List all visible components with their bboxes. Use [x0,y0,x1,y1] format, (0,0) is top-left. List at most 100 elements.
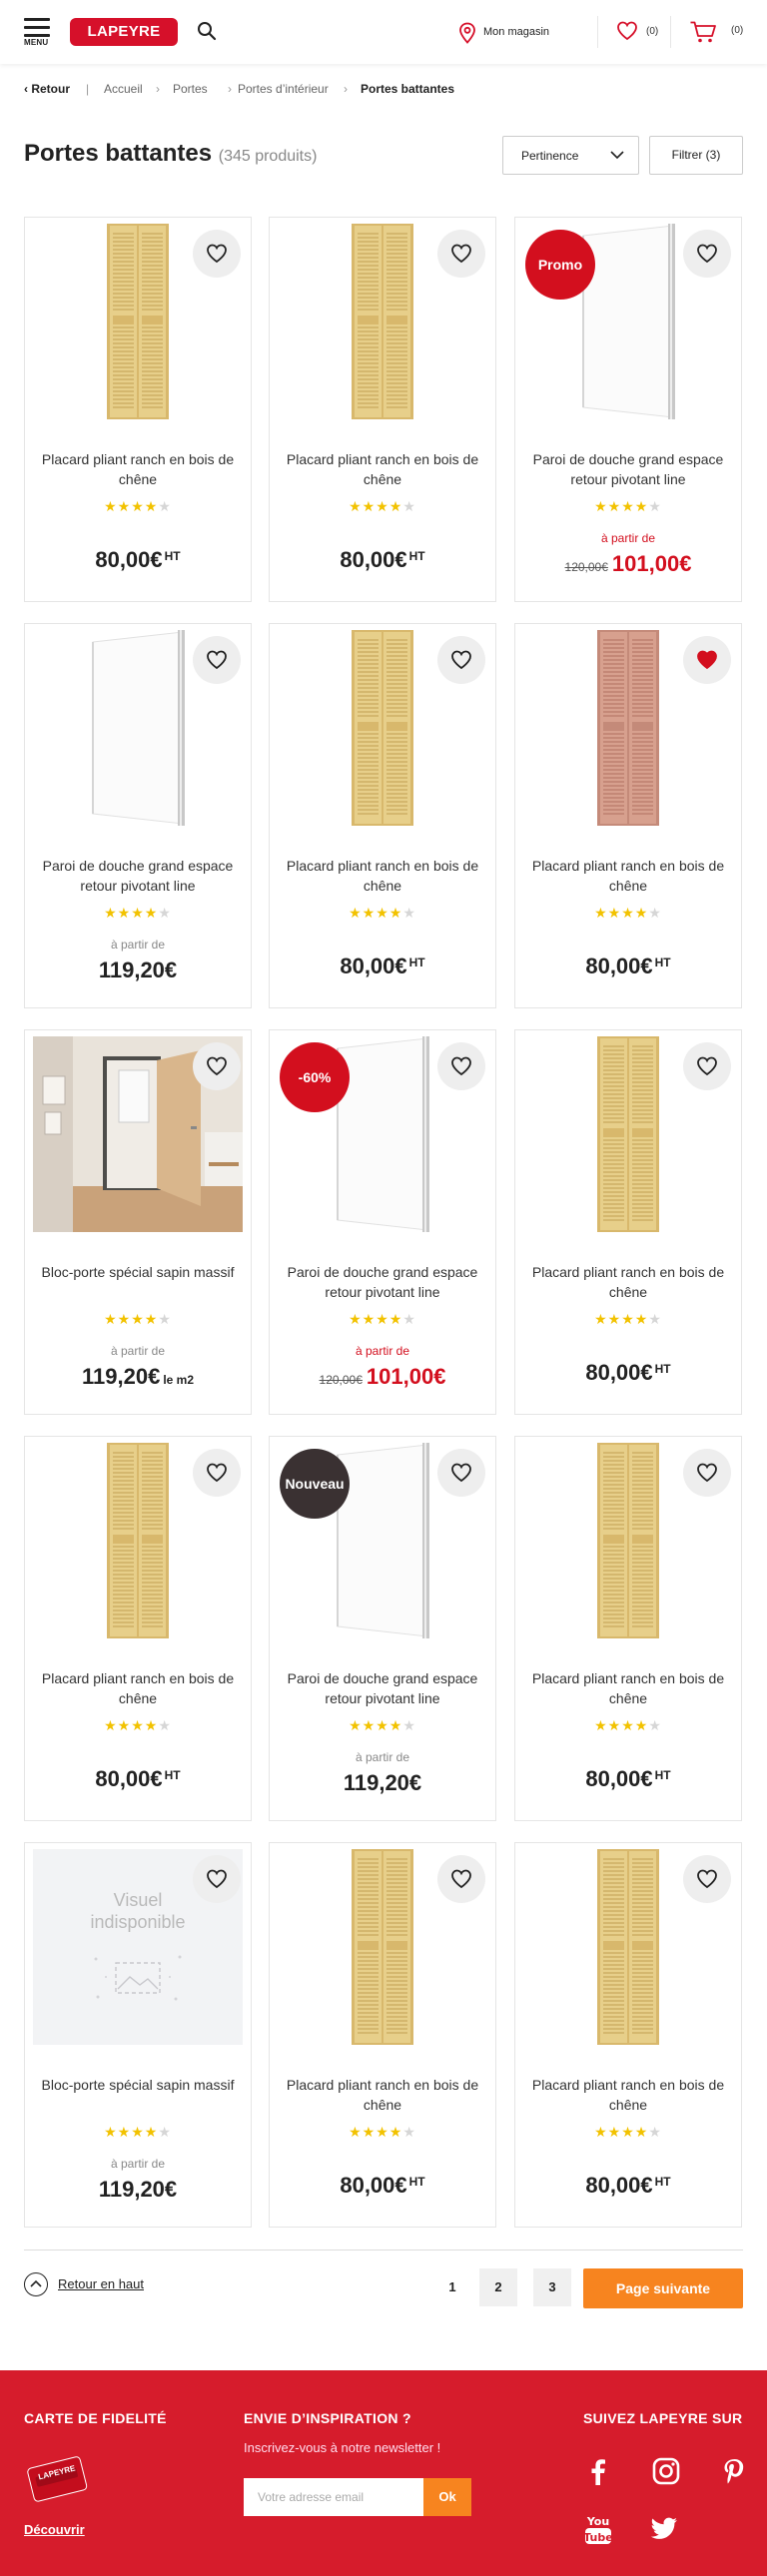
star-icon: ★ [607,1311,622,1327]
facebook-icon[interactable] [583,2456,613,2486]
product-name[interactable]: Bloc-porte spécial sapin massif [35,2075,241,2095]
star-icon: ★ [131,2124,145,2140]
star-icon: ★ [634,498,649,514]
product-rating: ★★★★★ [270,1718,495,1732]
product-card[interactable]: Paroi de douche grand espace retour pivo… [24,623,252,1008]
twitter-icon[interactable] [649,2516,679,2546]
product-name[interactable]: Placard pliant ranch en bois de chêne [35,1668,241,1708]
product-name[interactable]: Paroi de douche grand espace retour pivo… [525,449,731,489]
product-card[interactable]: -60% Paroi de douche grand espace retour … [269,1029,496,1415]
newsletter-email-input[interactable]: Votre adresse email [244,2478,423,2516]
product-card[interactable]: Visuel indisponible Bloc-porte spécial sap… [24,1842,252,2228]
product-name[interactable]: Placard pliant ranch en bois de chêne [525,1262,731,1302]
breadcrumb-item-portes-interieur[interactable]: Portes d’intérieur [238,82,329,96]
price-row: 80,00€ HT [270,954,495,979]
menu-button[interactable]: MENU [24,18,52,48]
sort-select[interactable]: Pertinence [502,136,639,175]
favorite-button[interactable] [193,1855,241,1903]
page-2-button[interactable]: 2 [479,2268,517,2306]
product-card[interactable]: Bloc-porte spécial sapin massif ★★★★★ à pa… [24,1029,252,1415]
star-icon: ★ [349,905,363,921]
newsletter-submit-button[interactable]: Ok [423,2478,471,2516]
product-rating: ★★★★★ [515,906,741,920]
product-rating: ★★★★★ [25,2125,251,2139]
favorites-link[interactable]: (0) [616,21,658,46]
product-name[interactable]: Placard pliant ranch en bois de chêne [35,449,241,489]
product-name[interactable]: Placard pliant ranch en bois de chêne [525,856,731,896]
instagram-icon[interactable] [651,2456,681,2486]
star-icon: ★ [607,498,622,514]
favorite-button[interactable] [683,230,731,278]
product-card[interactable]: Placard pliant ranch en bois de chêne ★★★… [24,217,252,602]
product-rating: ★★★★★ [25,906,251,920]
product-card[interactable]: Placard pliant ranch en bois de chêne ★★★… [514,1436,742,1821]
product-name[interactable]: Placard pliant ranch en bois de chêne [280,2075,485,2115]
favorite-button[interactable] [683,1042,731,1090]
favorite-button[interactable] [683,1855,731,1903]
star-icon: ★ [634,905,649,921]
favorite-button[interactable] [437,636,485,684]
favorite-button[interactable] [193,230,241,278]
product-card[interactable]: Placard pliant ranch en bois de chêne ★★★… [514,623,742,1008]
star-icon: ★ [621,498,635,514]
map-pin-icon [459,22,475,44]
header-divider [597,16,598,48]
lapeyre-logo[interactable]: LAPEYRE [70,18,178,46]
favorite-button[interactable] [437,1449,485,1497]
favorite-button[interactable] [193,1042,241,1090]
product-card[interactable]: Placard pliant ranch en bois de chêne ★★★… [514,1029,742,1415]
star-icon: ★ [158,1311,172,1327]
favorite-button[interactable] [193,1449,241,1497]
price-unit: le m2 [163,1373,194,1387]
price-row: 80,00€ HT [515,1360,741,1386]
product-name[interactable]: Placard pliant ranch en bois de chêne [280,856,485,896]
favorite-button[interactable] [683,636,731,684]
product-name[interactable]: Placard pliant ranch en bois de chêne [525,1668,731,1708]
youtube-icon[interactable]: You Tube [583,2514,613,2544]
product-name[interactable]: Placard pliant ranch en bois de chêne [525,2075,731,2115]
product-name[interactable]: Paroi de douche grand espace retour pivo… [35,856,241,896]
product-name[interactable]: Paroi de douche grand espace retour pivo… [280,1262,485,1302]
svg-text:You: You [586,2515,609,2528]
price-from-label: à partir de [600,531,656,545]
star-icon: ★ [104,2124,118,2140]
chevron-down-icon [610,151,624,160]
product-card[interactable]: Placard pliant ranch en bois de chêne ★★★… [269,623,496,1008]
product-badge: Nouveau [280,1449,350,1519]
menu-label: MENU [24,38,49,47]
star-icon: ★ [607,905,622,921]
favorite-button[interactable] [437,1042,485,1090]
breadcrumb-back[interactable]: ‹ Retour [24,82,70,96]
cart-link[interactable]: (0) [689,20,743,49]
page-3-button[interactable]: 3 [533,2268,571,2306]
star-icon: ★ [594,1311,608,1327]
next-page-button[interactable]: Page suivante [583,2268,743,2308]
favorite-button[interactable] [683,1449,731,1497]
page-1-button[interactable]: 1 [433,2268,471,2306]
product-card[interactable]: Placard pliant ranch en bois de chêne ★★★… [24,1436,252,1821]
product-card[interactable]: Placard pliant ranch en bois de chêne ★★★… [269,1842,496,2228]
filter-button[interactable]: Filtrer (3) [649,136,743,175]
discover-link[interactable]: Découvrir [24,2522,85,2537]
header-divider [670,16,671,48]
product-card[interactable]: Placard pliant ranch en bois de chêne ★★★… [514,1842,742,2228]
star-icon: ★ [621,2124,635,2140]
star-icon: ★ [144,1717,159,1733]
search-icon[interactable] [197,21,219,43]
product-name[interactable]: Placard pliant ranch en bois de chêne [280,449,485,489]
breadcrumb-item-portes[interactable]: Portes [173,82,208,96]
product-name[interactable]: Paroi de douche grand espace retour pivo… [280,1668,485,1708]
product-card[interactable]: Nouveau Paroi de douche grand espace reto… [269,1436,496,1821]
star-icon: ★ [594,2124,608,2140]
product-price: 80,00€ [340,2173,407,2198]
favorite-button[interactable] [437,1855,485,1903]
product-rating: ★★★★★ [270,2125,495,2139]
pinterest-icon[interactable] [719,2456,749,2486]
breadcrumb-item-accueil[interactable]: Accueil [104,82,143,96]
favorite-button[interactable] [437,230,485,278]
product-card[interactable]: Promo Paroi de douche grand espace retour… [514,217,742,602]
favorite-button[interactable] [193,636,241,684]
product-rating: ★★★★★ [270,906,495,920]
product-card[interactable]: Placard pliant ranch en bois de chêne ★★★… [269,217,496,602]
product-name[interactable]: Bloc-porte spécial sapin massif [35,1262,241,1282]
